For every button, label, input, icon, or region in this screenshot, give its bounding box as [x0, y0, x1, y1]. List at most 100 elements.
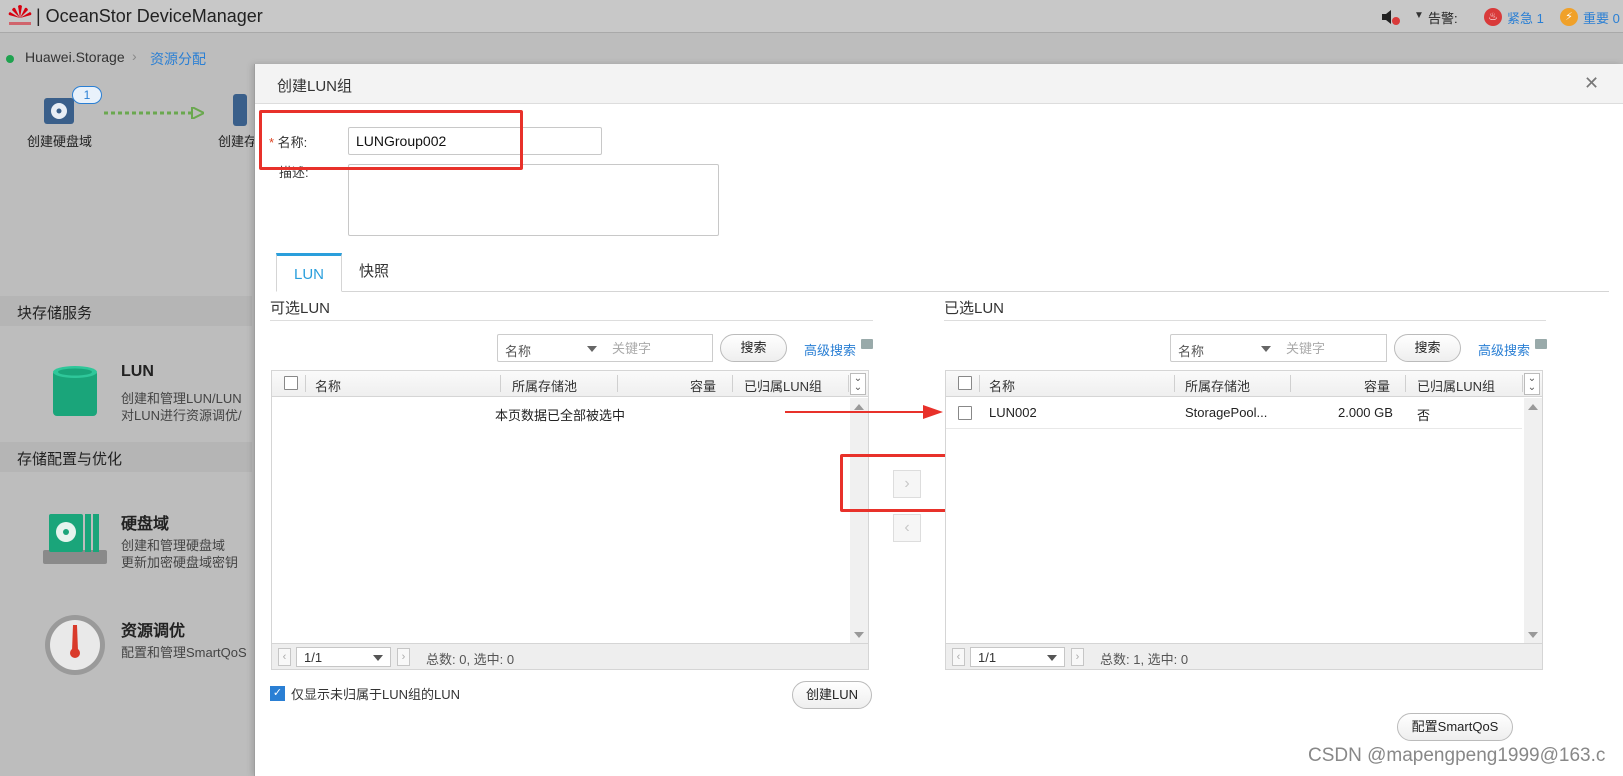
annotation-arrow-icon: [785, 405, 943, 419]
available-advanced-search-link[interactable]: 高级搜索: [804, 340, 856, 359]
available-select-all-checkbox[interactable]: [284, 376, 298, 390]
only-unassigned-checkbox[interactable]: ✓: [270, 686, 285, 701]
empty-message: 本页数据已全部被选中: [495, 408, 626, 423]
selected-keyword-input[interactable]: [1279, 334, 1387, 362]
lightning-icon[interactable]: ⚡: [1560, 8, 1578, 26]
column-lun-group[interactable]: 已归属LUN组: [744, 376, 822, 395]
alarm-dropdown-caret-icon[interactable]: ▼: [1414, 10, 1424, 21]
column-divider: [1405, 375, 1406, 392]
advanced-search-icon[interactable]: [861, 339, 873, 349]
available-filter-select[interactable]: 名称: [497, 334, 606, 362]
only-unassigned-label[interactable]: 仅显示未归属于LUN组的LUN: [291, 684, 460, 703]
description-field[interactable]: [348, 164, 719, 236]
column-divider: [848, 375, 849, 392]
major-alarm-count[interactable]: 重要 0: [1583, 8, 1620, 27]
section-storage-config: 存储配置与优化: [0, 442, 252, 472]
advanced-search-icon[interactable]: [1535, 339, 1547, 349]
available-summary: 总数: 0, 选中: 0: [426, 652, 515, 667]
row-pool: StoragePool...: [1185, 405, 1268, 420]
status-dot: [6, 55, 14, 63]
column-divider: [305, 375, 306, 392]
lun-database-icon[interactable]: [52, 364, 98, 420]
prev-page-icon[interactable]: ‹: [278, 648, 291, 666]
storage-pool-icon[interactable]: [233, 94, 247, 126]
card-tuning-title[interactable]: 资源调优: [121, 617, 185, 641]
row-capacity: 2.000 GB: [1338, 405, 1393, 420]
selected-pager: ‹ 1/1 › 总数: 1, 选中: 0: [946, 643, 1542, 669]
huawei-logo: [8, 5, 32, 25]
next-page-icon[interactable]: ›: [397, 648, 410, 666]
column-pool[interactable]: 所属存储池: [1185, 376, 1250, 395]
column-name[interactable]: 名称: [315, 376, 341, 395]
column-capacity[interactable]: 容量: [1364, 376, 1390, 395]
column-pool[interactable]: 所属存储池: [512, 376, 577, 395]
urgent-alarm-count[interactable]: 紧急 1: [1507, 8, 1544, 27]
available-pager: ‹ 1/1 › 总数: 0, 选中: 0: [272, 643, 868, 669]
chevron-down-icon: [373, 655, 383, 661]
scroll-down-icon[interactable]: [854, 632, 864, 638]
chevron-down-icon: [1047, 655, 1057, 661]
column-capacity[interactable]: 容量: [690, 376, 716, 395]
speaker-icon[interactable]: [1380, 7, 1402, 27]
card-disk-domain-title[interactable]: 硬盘域: [121, 510, 169, 534]
wizard-arrow-icon: [104, 107, 204, 119]
column-divider: [979, 375, 980, 392]
available-search-button[interactable]: 搜索: [720, 334, 787, 362]
highlight-box-name: [259, 110, 523, 170]
wizard-step-create-pool[interactable]: 创建存: [218, 131, 257, 150]
column-lun-group[interactable]: 已归属LUN组: [1417, 376, 1495, 395]
flame-icon[interactable]: ♨: [1484, 8, 1502, 26]
card-disk-domain-desc2: 更新加密硬盘域密钥: [121, 555, 239, 570]
column-divider: [500, 375, 501, 392]
selected-lun-grid: 名称 所属存储池 容量 已归属LUN组 ⌄ ⌄ LUN002 StoragePoo…: [945, 370, 1543, 670]
create-lun-button[interactable]: 创建LUN: [792, 681, 872, 709]
available-page-select[interactable]: 1/1: [296, 647, 391, 667]
card-lun-title[interactable]: LUN: [121, 363, 154, 381]
alarm-label: 告警:: [1428, 11, 1458, 26]
wizard-step-create-disk-domain[interactable]: 创建硬盘域: [27, 131, 92, 150]
configure-smartqos-button[interactable]: 配置SmartQoS: [1397, 713, 1513, 741]
scroll-down-icon[interactable]: [1528, 632, 1538, 638]
selected-search-button[interactable]: 搜索: [1394, 334, 1461, 362]
available-keyword-input[interactable]: [605, 334, 713, 362]
create-lun-group-dialog: 创建LUN组 ✕ * 名称: 描述: LUN 快照 可选LUN 名称 搜索 高级…: [254, 64, 1623, 776]
tab-snapshot[interactable]: 快照: [349, 253, 399, 292]
breadcrumb-root[interactable]: Huawei.Storage: [25, 49, 125, 65]
selected-divider: [944, 320, 1546, 321]
close-icon[interactable]: ✕: [1584, 73, 1599, 94]
dialog-header: 创建LUN组 ✕: [255, 64, 1623, 104]
available-grid-header: 名称 所属存储池 容量 已归属LUN组 ⌄ ⌄: [272, 371, 868, 397]
card-tuning-desc: 配置和管理SmartQoS: [121, 645, 247, 660]
column-name[interactable]: 名称: [989, 376, 1015, 395]
gauge-icon[interactable]: [43, 613, 107, 677]
disk-domain-card-icon[interactable]: [43, 510, 107, 566]
selected-select-all-checkbox[interactable]: [958, 376, 972, 390]
row-checkbox[interactable]: [958, 406, 972, 420]
prev-page-icon[interactable]: ‹: [952, 648, 965, 666]
selected-grid-header: 名称 所属存储池 容量 已归属LUN组 ⌄ ⌄: [946, 371, 1542, 397]
selected-lun-title: 已选LUN: [944, 300, 1005, 317]
selected-summary: 总数: 1, 选中: 0: [1100, 652, 1189, 667]
column-divider: [732, 375, 733, 392]
table-row[interactable]: LUN002 StoragePool... 2.000 GB 否: [946, 398, 1522, 429]
available-lun-title: 可选LUN: [270, 300, 331, 317]
column-divider: [1174, 375, 1175, 392]
tabs-divider: [276, 291, 1609, 292]
next-page-icon[interactable]: ›: [1071, 648, 1084, 666]
chevron-left-icon[interactable]: ‹: [893, 514, 921, 542]
chevron-down-icon: [587, 346, 597, 352]
column-menu-icon[interactable]: ⌄ ⌄: [850, 373, 866, 395]
breadcrumb-current[interactable]: 资源分配: [150, 49, 206, 69]
scroll-up-icon[interactable]: [1528, 404, 1538, 410]
available-scrollbar[interactable]: [850, 398, 868, 644]
watermark: CSDN @mapengpeng1999@163.c: [1308, 745, 1606, 766]
tab-lun[interactable]: LUN: [276, 253, 342, 292]
card-lun-desc2: 对LUN进行资源调优/: [121, 408, 242, 423]
selected-advanced-search-link[interactable]: 高级搜索: [1478, 340, 1530, 359]
column-menu-icon[interactable]: ⌄ ⌄: [1524, 373, 1540, 395]
available-divider: [270, 320, 873, 321]
selected-filter-select[interactable]: 名称: [1170, 334, 1280, 362]
selected-scrollbar[interactable]: [1524, 398, 1542, 644]
dialog-title: 创建LUN组: [277, 78, 353, 95]
selected-page-select[interactable]: 1/1: [970, 647, 1065, 667]
